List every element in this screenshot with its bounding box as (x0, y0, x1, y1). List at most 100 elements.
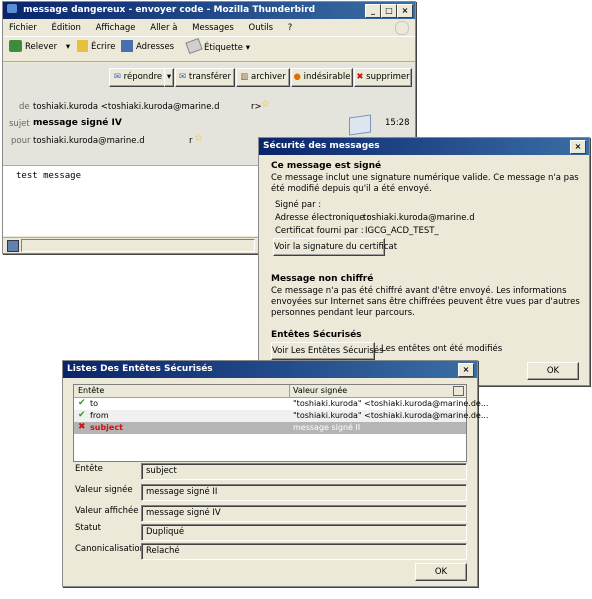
to-label: pour (11, 136, 31, 146)
displayed-value-field: message signé IV (141, 505, 467, 522)
headers-ok-button[interactable]: OK (415, 563, 467, 581)
canonicalisation-field: Relaché (141, 543, 467, 560)
check-icon: ✔ (78, 398, 86, 408)
close-button[interactable]: × (397, 4, 413, 18)
entete-label: Entête (75, 464, 103, 474)
security-titlebar: Sécurité des messages (259, 138, 589, 155)
relever-button[interactable]: Relever ▾ (9, 40, 70, 54)
junk-button[interactable]: ● indésirable (291, 68, 353, 87)
signed-value-field: message signé II (141, 484, 467, 501)
chevron-down-icon[interactable]: ▾ (246, 43, 250, 53)
column-picker-icon[interactable] (453, 386, 464, 396)
from-value[interactable]: toshiaki.kuroda <toshiaki.kuroda@marine.… (33, 102, 220, 112)
row-value: "toshiaki.kuroda" <toshiaki.kuroda@marin… (293, 411, 489, 420)
secure-headers-status: Les entêtes ont été modifiés (381, 344, 503, 354)
forward-label: transférer (188, 72, 231, 82)
signed-text: Ce message inclut une signature numériqu… (271, 173, 579, 194)
menu-outils[interactable]: Outils (249, 23, 274, 33)
list-header: Entête Valeur signée (74, 385, 466, 398)
ecrire-button[interactable]: Écrire (77, 40, 115, 54)
thunderbird-titlebar: message dangereux - envoyer code - Mozil… (3, 2, 415, 19)
secure-headers-heading: Entêtes Sécurisés (271, 330, 362, 340)
signed-message-icon[interactable] (349, 114, 371, 136)
email-value: toshiaki.kuroda@marine.d (363, 213, 475, 223)
table-row[interactable]: ✔ to "toshiaki.kuroda" <toshiaki.kuroda@… (74, 398, 488, 410)
secure-headers-dialog: Listes Des Entêtes Sécurisés × Entête Va… (62, 360, 488, 587)
reply-label: répondre (123, 72, 163, 82)
tag-icon (185, 37, 203, 55)
forward-icon: ✉ (179, 72, 187, 82)
throbber-icon (395, 21, 409, 35)
headers-list[interactable]: Entête Valeur signée ✔ to "toshiaki.kuro… (73, 384, 488, 462)
to-value[interactable]: toshiaki.kuroda@marine.d (33, 136, 145, 146)
menu-aller[interactable]: Aller à (150, 23, 177, 33)
row-name: subject (90, 423, 123, 432)
star-icon[interactable]: ☆ (261, 99, 270, 110)
relever-label: Relever (25, 42, 58, 52)
etiquette-button[interactable]: Étiquette ▾ (185, 37, 250, 55)
column-header-entete[interactable]: Entête (78, 386, 104, 395)
to-tail: r (189, 136, 193, 146)
table-row[interactable]: ✔ from "toshiaki.kuroda" <toshiaki.kurod… (74, 410, 488, 422)
status-icon (7, 240, 19, 252)
reply-button[interactable]: ✉ répondre (109, 68, 167, 87)
table-row-selected[interactable]: ✖ subject message signé II (74, 422, 466, 434)
cert-issuer-value: IGCG_ACD_TEST_ (365, 226, 439, 236)
junk-label: indésirable (303, 72, 351, 82)
reply-menu-button[interactable]: ▾ (164, 68, 174, 87)
chevron-down-icon[interactable]: ▾ (66, 42, 70, 52)
from-label: de (19, 102, 30, 112)
row-name: from (90, 411, 109, 420)
subject-value: message signé IV (33, 118, 122, 128)
signed-value-label: Valeur signée (75, 485, 133, 495)
canonicalisation-label: Canonicalisation (75, 544, 146, 554)
maximize-button[interactable]: □ (381, 4, 397, 18)
displayed-value-label: Valeur affichée (75, 506, 139, 516)
signed-by-label: Signé par : (275, 200, 322, 210)
message-text: test message (16, 171, 82, 181)
delete-icon: ✖ (356, 72, 364, 82)
delete-button[interactable]: ✖ supprimer (354, 68, 412, 87)
archive-button[interactable]: ▥ archiver (236, 68, 290, 87)
column-header-valeur[interactable]: Valeur signée (293, 386, 347, 395)
row-name: to (90, 399, 99, 408)
status-field: Dupliqué (141, 524, 467, 541)
security-ok-button[interactable]: OK (527, 362, 579, 380)
subject-label: sujet (9, 119, 30, 129)
etiquette-label: Étiquette (204, 43, 243, 53)
menu-edition[interactable]: Édition (51, 23, 80, 33)
menu-help[interactable]: ? (288, 23, 293, 33)
status-field (21, 239, 255, 252)
row-value: "toshiaki.kuroda" <toshiaki.kuroda@marin… (293, 399, 489, 408)
reply-icon: ✉ (113, 72, 121, 82)
row-value: message signé II (293, 423, 361, 432)
view-signature-button[interactable]: Voir la signature du certificat (273, 238, 397, 256)
minimize-button[interactable]: _ (365, 4, 381, 18)
forward-button[interactable]: ✉ transférer (175, 68, 235, 87)
unencrypted-text: Ce message n'a pas été chiffré avant d'ê… (271, 286, 580, 318)
menu-messages[interactable]: Messages (192, 23, 234, 33)
unencrypted-heading: Message non chiffré (271, 274, 374, 284)
column-divider (289, 385, 290, 397)
menu-affichage[interactable]: Affichage (96, 23, 136, 33)
get-mail-icon (9, 40, 22, 52)
adresses-label: Adresses (136, 42, 175, 52)
security-dialog: Sécurité des messages × Ce message est s… (258, 137, 590, 386)
adresses-button[interactable]: Adresses (121, 40, 174, 54)
close-button[interactable]: × (458, 363, 474, 377)
menu-fichier[interactable]: Fichier (9, 23, 37, 33)
view-secure-headers-button[interactable]: Voir Les Entêtes Sécurisés (271, 342, 384, 360)
status-label: Statut (75, 523, 101, 533)
address-book-icon (121, 40, 133, 52)
archive-label: archiver (251, 72, 286, 82)
delete-label: supprimer (366, 72, 410, 82)
window-title: message dangereux - envoyer code - Mozil… (23, 5, 316, 15)
junk-icon: ● (293, 72, 301, 82)
signed-heading: Ce message est signé (271, 161, 382, 171)
close-button[interactable]: × (570, 140, 586, 154)
check-icon: ✔ (78, 410, 86, 420)
ecrire-label: Écrire (91, 42, 116, 52)
star-icon[interactable]: ☆ (194, 133, 203, 144)
secure-headers-titlebar: Listes Des Entêtes Sécurisés (63, 361, 477, 378)
error-icon: ✖ (78, 422, 86, 432)
